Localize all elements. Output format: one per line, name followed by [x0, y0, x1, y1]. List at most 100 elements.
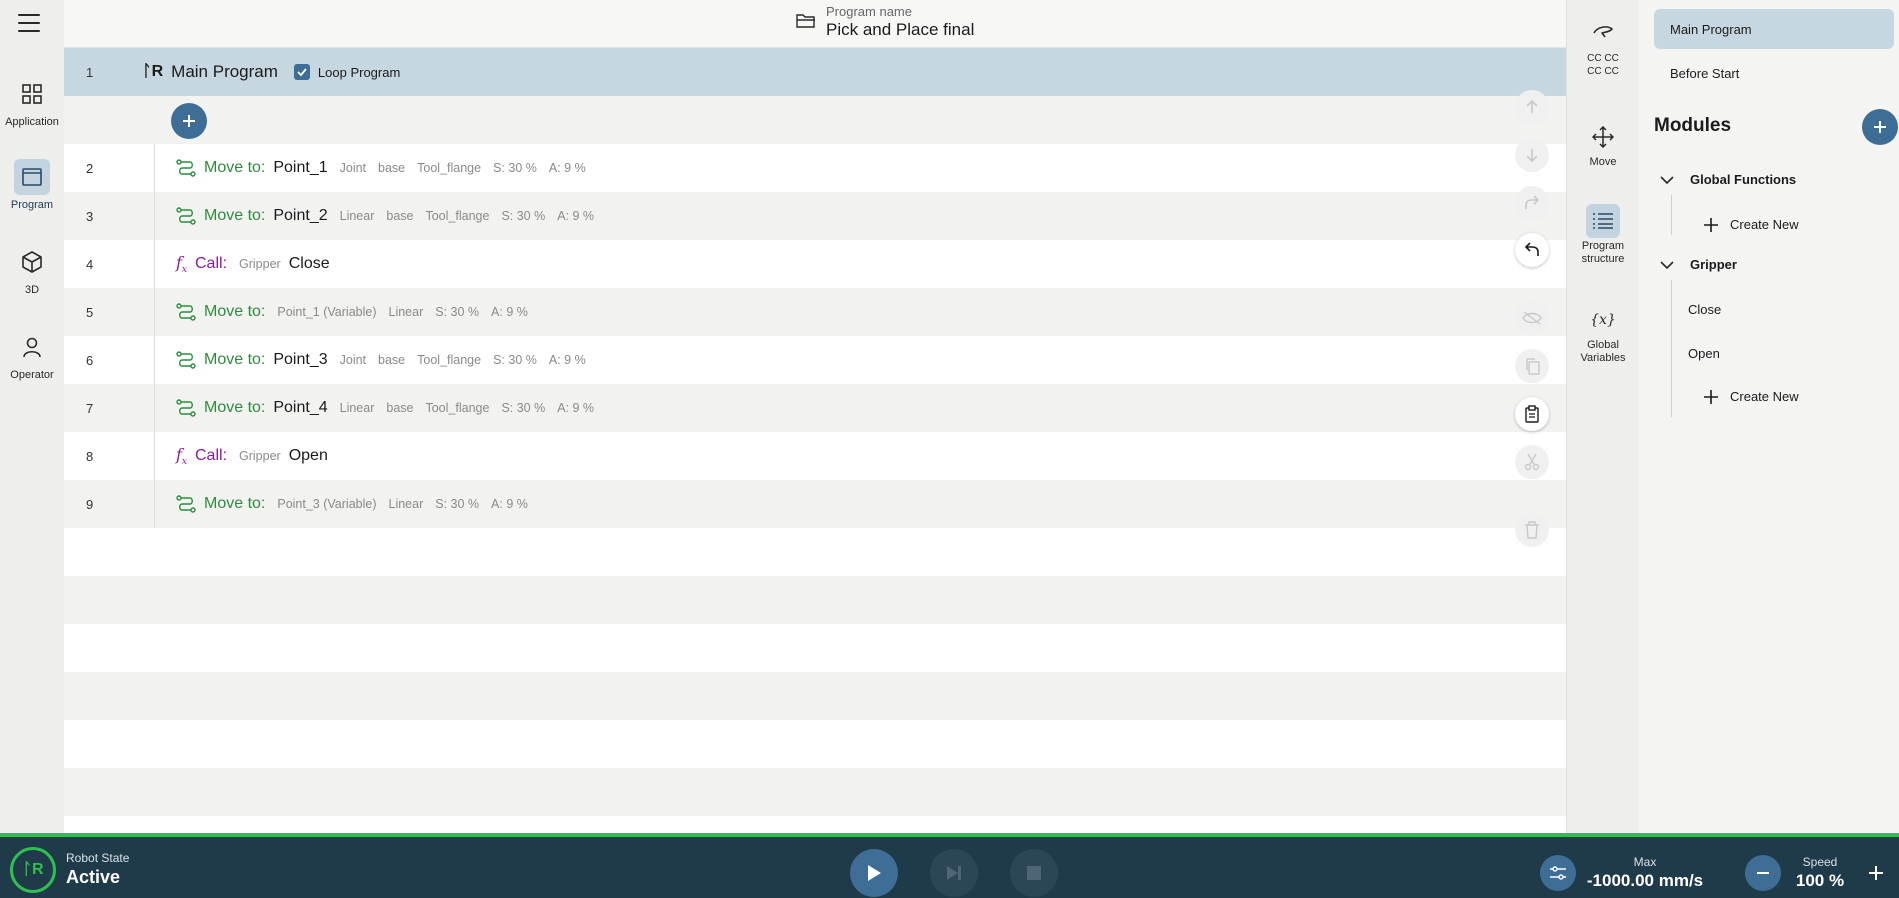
robot-state-label: Robot State: [66, 851, 130, 865]
status-bar: ᛚR Robot State Active Max -1000.00 mm/s …: [0, 833, 1899, 898]
sliders-icon: [1550, 866, 1566, 880]
delete-button[interactable]: [1515, 513, 1549, 547]
motion-type: Joint: [339, 353, 367, 367]
tab-main-program[interactable]: Main Program: [1654, 9, 1894, 49]
tree-row[interactable]: 7 Move to: Point_4 Linear base Tool_flan…: [64, 384, 1566, 432]
variable-icon: {x}: [1590, 311, 1616, 328]
line-number: 4: [86, 256, 94, 272]
line-number: 9: [86, 496, 94, 512]
step-forward-icon: [947, 866, 961, 880]
tree-row[interactable]: 9 Move to: Point_3 (Variable) Linear S: …: [64, 480, 1566, 528]
arrow-up-icon: [1526, 99, 1538, 113]
program-icon: [14, 159, 50, 195]
redo-icon: [1525, 195, 1540, 209]
empty-row: [64, 816, 1566, 833]
function-icon: fx: [176, 252, 187, 276]
frame: base: [386, 209, 414, 223]
move-keyword: Move to:: [204, 351, 266, 368]
arrow-down-icon: [1526, 149, 1538, 163]
tree-row[interactable]: 8 fx Call: Gripper Open: [64, 432, 1566, 480]
ur-logo-icon[interactable]: ᛚR: [10, 847, 56, 893]
plus-icon: [1704, 217, 1718, 232]
module-group-global-functions[interactable]: Global Functions: [1660, 172, 1796, 187]
variable-target: Point_1 (Variable): [277, 305, 377, 319]
speed: S: 30 %: [493, 353, 537, 367]
nav-label: 3D: [24, 284, 40, 296]
function-item-open[interactable]: Open: [1688, 346, 1720, 361]
tree-row[interactable]: 6 Move to: Point_3 Joint base Tool_flang…: [64, 336, 1566, 384]
module-group-gripper[interactable]: Gripper: [1660, 257, 1737, 272]
module-name: Gripper: [239, 449, 281, 463]
line-number: 5: [86, 304, 94, 320]
function-name: Close: [288, 255, 330, 272]
move-down-button[interactable]: [1515, 138, 1549, 172]
empty-row: [64, 624, 1566, 672]
copy-button[interactable]: [1515, 349, 1549, 383]
program-name: Pick and Place final: [826, 20, 975, 39]
move-target: Point_1: [273, 159, 328, 176]
move-up-button[interactable]: [1515, 90, 1549, 124]
rail-item-handguide[interactable]: CC CC CC CC: [1567, 16, 1639, 78]
tree-row[interactable]: 2 Move to: Point_1 Joint base Tool_flang…: [64, 144, 1566, 192]
add-module-button[interactable]: [1862, 109, 1898, 145]
max-label: Max: [1633, 855, 1657, 869]
speed-settings-button[interactable]: [1540, 855, 1576, 891]
hand-icon: [1586, 16, 1620, 50]
tree-row[interactable]: 5 Move to: Point_1 (Variable) Linear S: …: [64, 288, 1566, 336]
function-item-close[interactable]: Close: [1688, 302, 1721, 317]
speed: S: 30 %: [501, 401, 546, 415]
frame: base: [378, 353, 406, 367]
move-keyword: Move to:: [204, 495, 266, 512]
create-new-function[interactable]: Create New: [1704, 217, 1799, 232]
acceleration: A: 9 %: [548, 353, 586, 367]
move-path-icon: [176, 495, 196, 513]
step-button[interactable]: [930, 849, 978, 897]
acceleration: A: 9 %: [548, 161, 586, 175]
line-number: 2: [86, 160, 94, 176]
rail-item-global-variables[interactable]: {x} Global Variables: [1567, 303, 1639, 365]
speed-decrease-button[interactable]: [1745, 855, 1781, 891]
nav-application[interactable]: Application: [0, 76, 64, 128]
chevron-down-icon: [1660, 175, 1674, 184]
move-path-icon: [176, 159, 196, 177]
rail-item-move[interactable]: Move: [1567, 120, 1639, 169]
tree-row[interactable]: 3 Move to: Point_2 Linear base Tool_flan…: [64, 192, 1566, 240]
create-new-function[interactable]: Create New: [1704, 389, 1799, 404]
motion-type: Linear: [388, 497, 424, 511]
program-header: Program name Pick and Place final: [64, 0, 1566, 48]
rail-item-program-structure[interactable]: Program structure: [1567, 204, 1639, 266]
line-number: 1: [86, 64, 94, 80]
speed: S: 30 %: [435, 305, 480, 319]
grid-icon: [14, 76, 50, 112]
eye-off-icon: [1522, 311, 1542, 325]
tree-row[interactable]: 4 fx Call: Gripper Close: [64, 240, 1566, 288]
hamburger-menu-icon[interactable]: [18, 14, 40, 32]
empty-row: [64, 672, 1566, 720]
nav-3d[interactable]: 3D: [0, 244, 64, 296]
line-number: 7: [86, 400, 94, 416]
tab-before-start[interactable]: Before Start: [1654, 53, 1894, 93]
tree-row-main-program[interactable]: 1 ᛚR Main Program Loop Program: [64, 48, 1566, 96]
paste-button[interactable]: [1515, 397, 1549, 431]
nav-program[interactable]: Program: [0, 159, 64, 211]
structure-panel: Main Program Before Start Modules Global…: [1638, 0, 1899, 833]
motion-type: Linear: [339, 401, 375, 415]
move-path-icon: [176, 207, 196, 225]
undo-button[interactable]: [1515, 233, 1549, 267]
move-keyword: Move to:: [204, 207, 266, 224]
speed-label: Speed: [1802, 855, 1838, 869]
play-button[interactable]: [850, 849, 898, 897]
redo-button[interactable]: [1515, 186, 1549, 220]
loop-program-checkbox[interactable]: [293, 64, 310, 80]
nav-operator[interactable]: Operator: [0, 329, 64, 381]
speed-increase-button[interactable]: [1862, 855, 1890, 891]
stop-button[interactable]: [1010, 849, 1058, 897]
person-icon: [14, 329, 50, 365]
acceleration: A: 9 %: [491, 497, 528, 511]
call-keyword: Call:: [195, 447, 228, 464]
suppress-button[interactable]: [1515, 301, 1549, 335]
add-node-button[interactable]: [171, 103, 207, 139]
cut-button[interactable]: [1515, 445, 1549, 479]
max-value: -1000.00 mm/s: [1586, 871, 1704, 890]
motion-type: Joint: [339, 161, 367, 175]
